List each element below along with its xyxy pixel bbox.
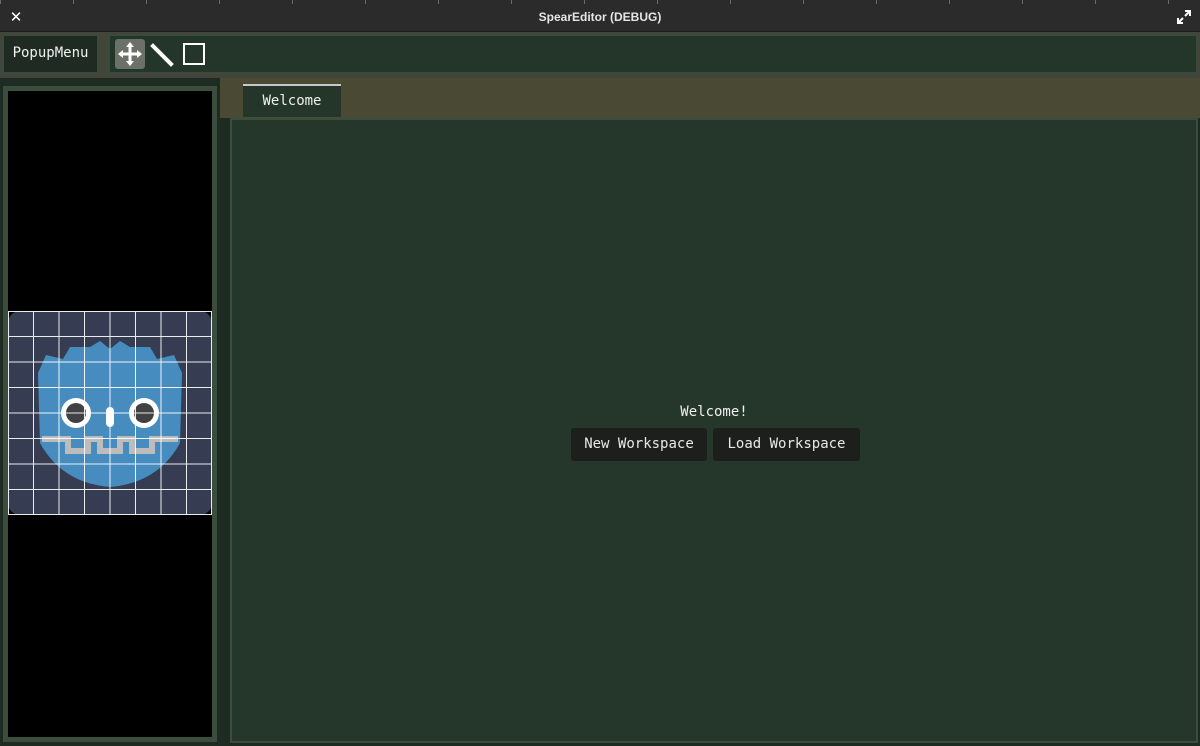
popup-menu-button[interactable]: PopupMenu [2,34,99,74]
toolbar: PopupMenu [0,32,1200,78]
line-tool-button[interactable] [147,39,177,69]
line-icon [150,43,174,67]
move-arrows-icon [118,42,142,66]
welcome-panel: Welcome! New Workspace Load Workspace [230,118,1198,743]
tab-bar: Welcome [220,78,1200,118]
tool-strip [108,34,1198,74]
move-tool-button[interactable] [115,39,145,69]
new-workspace-button[interactable]: New Workspace [571,428,707,461]
window-title: SpearEditor (DEBUG) [538,10,662,24]
load-workspace-button[interactable]: Load Workspace [713,428,860,461]
rect-tool-button[interactable] [179,39,209,69]
preview-viewport[interactable] [8,91,212,737]
tab-welcome[interactable]: Welcome [243,84,341,117]
window-titlebar: ✕ SpearEditor (DEBUG) [0,4,1200,32]
preview-panel [3,86,217,742]
rectangle-icon [183,43,205,65]
godot-logo-icon [8,311,212,515]
welcome-heading: Welcome! [680,404,748,420]
maximize-icon[interactable] [1176,8,1192,26]
